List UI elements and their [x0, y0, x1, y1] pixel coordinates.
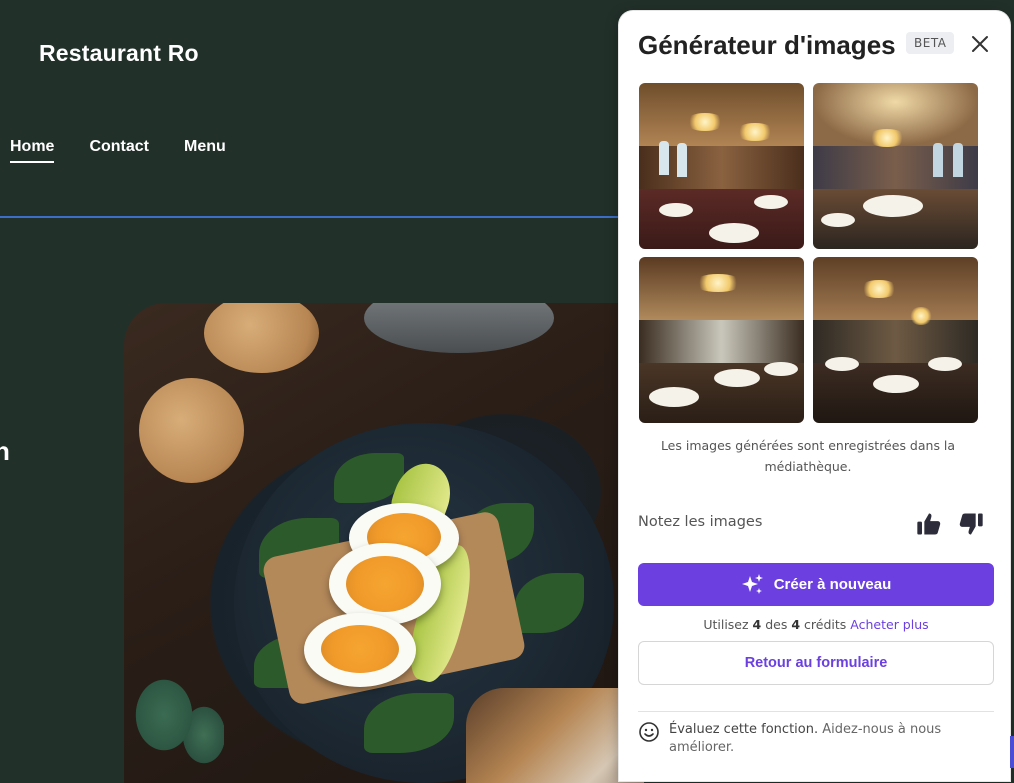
- egg-shape: [304, 613, 416, 687]
- media-library-caption: Les images générées sont enregistrées da…: [660, 438, 956, 474]
- thumbs-down-icon: [959, 513, 983, 535]
- main-nav: Home Contact Menu: [10, 138, 226, 163]
- site-title[interactable]: Restaurant Ro: [39, 40, 199, 67]
- plant-decoration: [124, 665, 224, 768]
- create-again-label: Créer à nouveau: [773, 576, 892, 593]
- credits-prefix: Utilisez: [703, 617, 749, 632]
- sparkle-icon: [741, 573, 763, 594]
- egg-shape: [329, 543, 441, 625]
- smile-icon: [639, 722, 659, 742]
- rate-images-label: Notez les images: [638, 514, 763, 530]
- generated-image-3[interactable]: [639, 257, 804, 423]
- nav-menu[interactable]: Menu: [184, 138, 226, 163]
- thumbs-down-button[interactable]: [957, 510, 985, 538]
- panel-divider: [638, 711, 994, 712]
- credits-used: 4: [752, 617, 762, 632]
- generated-image-1[interactable]: [639, 83, 804, 249]
- feedback-primary[interactable]: Évaluez cette fonction.: [669, 722, 818, 737]
- close-icon: [972, 36, 988, 52]
- nav-contact[interactable]: Contact: [89, 138, 149, 163]
- credits-line: Utilisez 4 des 4 crédits Acheter plus: [638, 617, 994, 632]
- create-again-button[interactable]: Créer à nouveau: [638, 563, 994, 606]
- image-generator-panel: Générateur d'images BETA Les images géné…: [619, 11, 1010, 781]
- close-button[interactable]: [967, 31, 993, 57]
- credits-middle: des: [765, 617, 788, 632]
- cookie-shape: [204, 303, 319, 373]
- buy-more-link[interactable]: Acheter plus: [850, 617, 928, 632]
- generated-image-4[interactable]: [813, 257, 978, 423]
- cookie-shape: [139, 378, 244, 483]
- edge-indicator: [1010, 736, 1014, 768]
- thumbs-up-button[interactable]: [915, 510, 943, 538]
- secondary-photo: [466, 688, 644, 783]
- credits-suffix: crédits: [804, 617, 847, 632]
- hero-heading-fragment: n: [0, 436, 10, 466]
- credits-total: 4: [791, 617, 801, 632]
- feedback-text: Évaluez cette fonction. Aidez-nous à nou…: [669, 721, 988, 757]
- back-to-form-button[interactable]: Retour au formulaire: [638, 641, 994, 685]
- header-divider: [0, 216, 620, 218]
- thumbs-up-icon: [917, 513, 941, 535]
- beta-badge: BETA: [906, 32, 955, 54]
- nav-home[interactable]: Home: [10, 138, 55, 163]
- jar-shape: [364, 303, 554, 353]
- panel-title: Générateur d'images: [638, 30, 896, 60]
- generated-image-2[interactable]: [813, 83, 978, 249]
- feedback-row[interactable]: Évaluez cette fonction. Aidez-nous à nou…: [638, 721, 988, 757]
